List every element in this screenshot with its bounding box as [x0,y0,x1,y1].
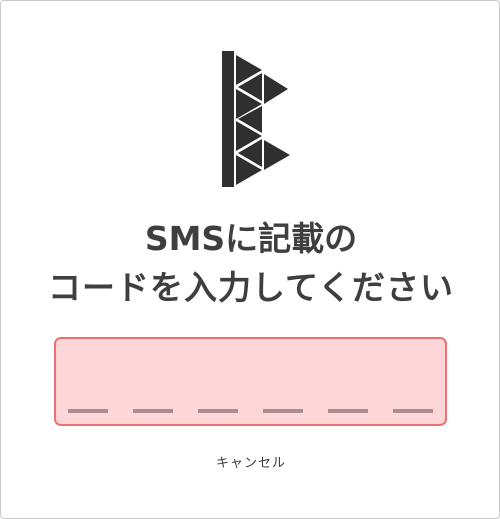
code-digit-slot-6 [393,409,433,413]
code-digit-slot-3 [198,409,238,413]
cancel-button[interactable]: キャンセル [1,452,500,471]
title-line-1: SMSに記載の [144,219,358,258]
code-input-box[interactable] [54,337,449,426]
triangle-b-logo-icon [222,51,290,187]
code-digit-slot-1 [68,409,108,413]
code-digit-slot-4 [263,409,303,413]
title-line-2: コードを入力してください [47,268,455,307]
code-digit-slot-5 [328,409,368,413]
sms-code-input[interactable] [56,339,449,426]
code-digit-slot-2 [133,409,173,413]
sms-code-dialog: SMSに記載の コードを入力してください キャンセル [0,0,500,519]
